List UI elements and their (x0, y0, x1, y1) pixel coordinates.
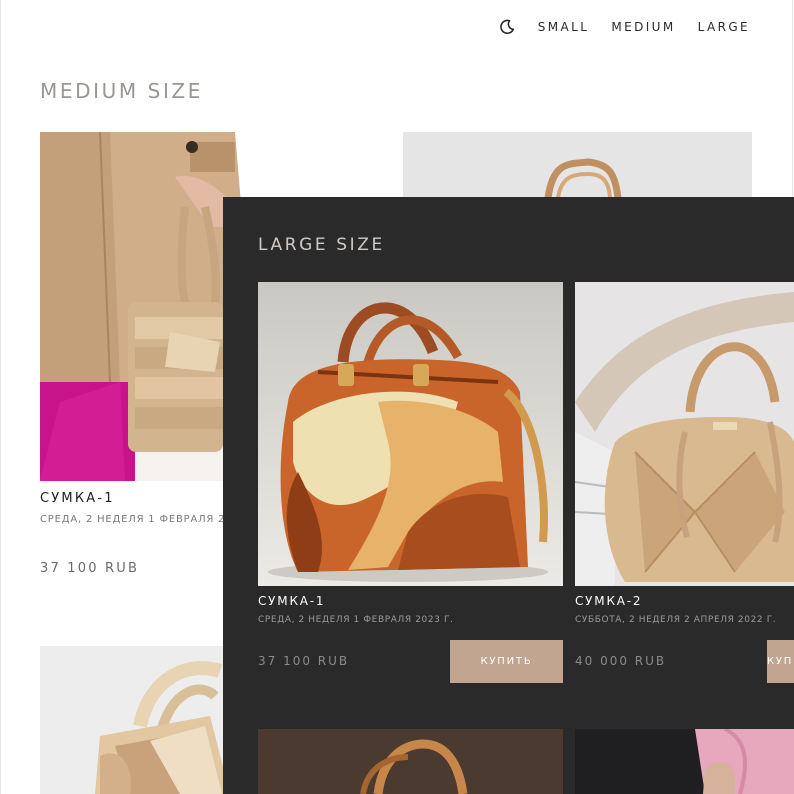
large-size-panel: LARGE SIZE СУМКА-1 СРЕДА, 2 НЕДЕЛЯ 1 ФЕВ… (223, 197, 794, 794)
page-edge-left (0, 0, 1, 794)
medium-product-image-3[interactable] (40, 646, 230, 794)
buy-button-1[interactable]: КУПИТЬ (450, 640, 563, 683)
nav-small-link[interactable]: SMALL (538, 20, 590, 34)
buy-button-2[interactable]: КУПИТЬ (767, 640, 794, 683)
large-product-title-1[interactable]: СУМКА-1 (258, 594, 325, 608)
medium-section-title: MEDIUM SIZE (40, 79, 203, 103)
medium-product-image-2[interactable] (403, 132, 752, 198)
nav-medium-link[interactable]: MEDIUM (611, 20, 675, 34)
size-nav: SMALL MEDIUM LARGE (498, 18, 750, 36)
large-product-image-1[interactable] (258, 282, 563, 586)
large-product-image-2[interactable] (575, 282, 794, 586)
large-product-image-3[interactable] (258, 729, 563, 794)
medium-product-price-1: 37 100 RUB (40, 561, 140, 576)
large-product-image-4[interactable] (575, 729, 794, 794)
large-product-price-2: 40 000 RUB (575, 654, 667, 668)
moon-icon[interactable] (498, 18, 516, 36)
large-product-title-2[interactable]: СУМКА-2 (575, 594, 642, 608)
nav-large-link[interactable]: LARGE (698, 20, 750, 34)
large-section-title: LARGE SIZE (258, 235, 385, 255)
large-product-price-1: 37 100 RUB (258, 654, 350, 668)
large-product-date-2: СУББОТА, 2 НЕДЕЛЯ 2 АПРЕЛЯ 2022 Г. (575, 615, 777, 625)
large-product-date-1: СРЕДА, 2 НЕДЕЛЯ 1 ФЕВРАЛЯ 2023 Г. (258, 615, 454, 625)
medium-product-title-1[interactable]: СУМКА-1 (40, 491, 115, 506)
